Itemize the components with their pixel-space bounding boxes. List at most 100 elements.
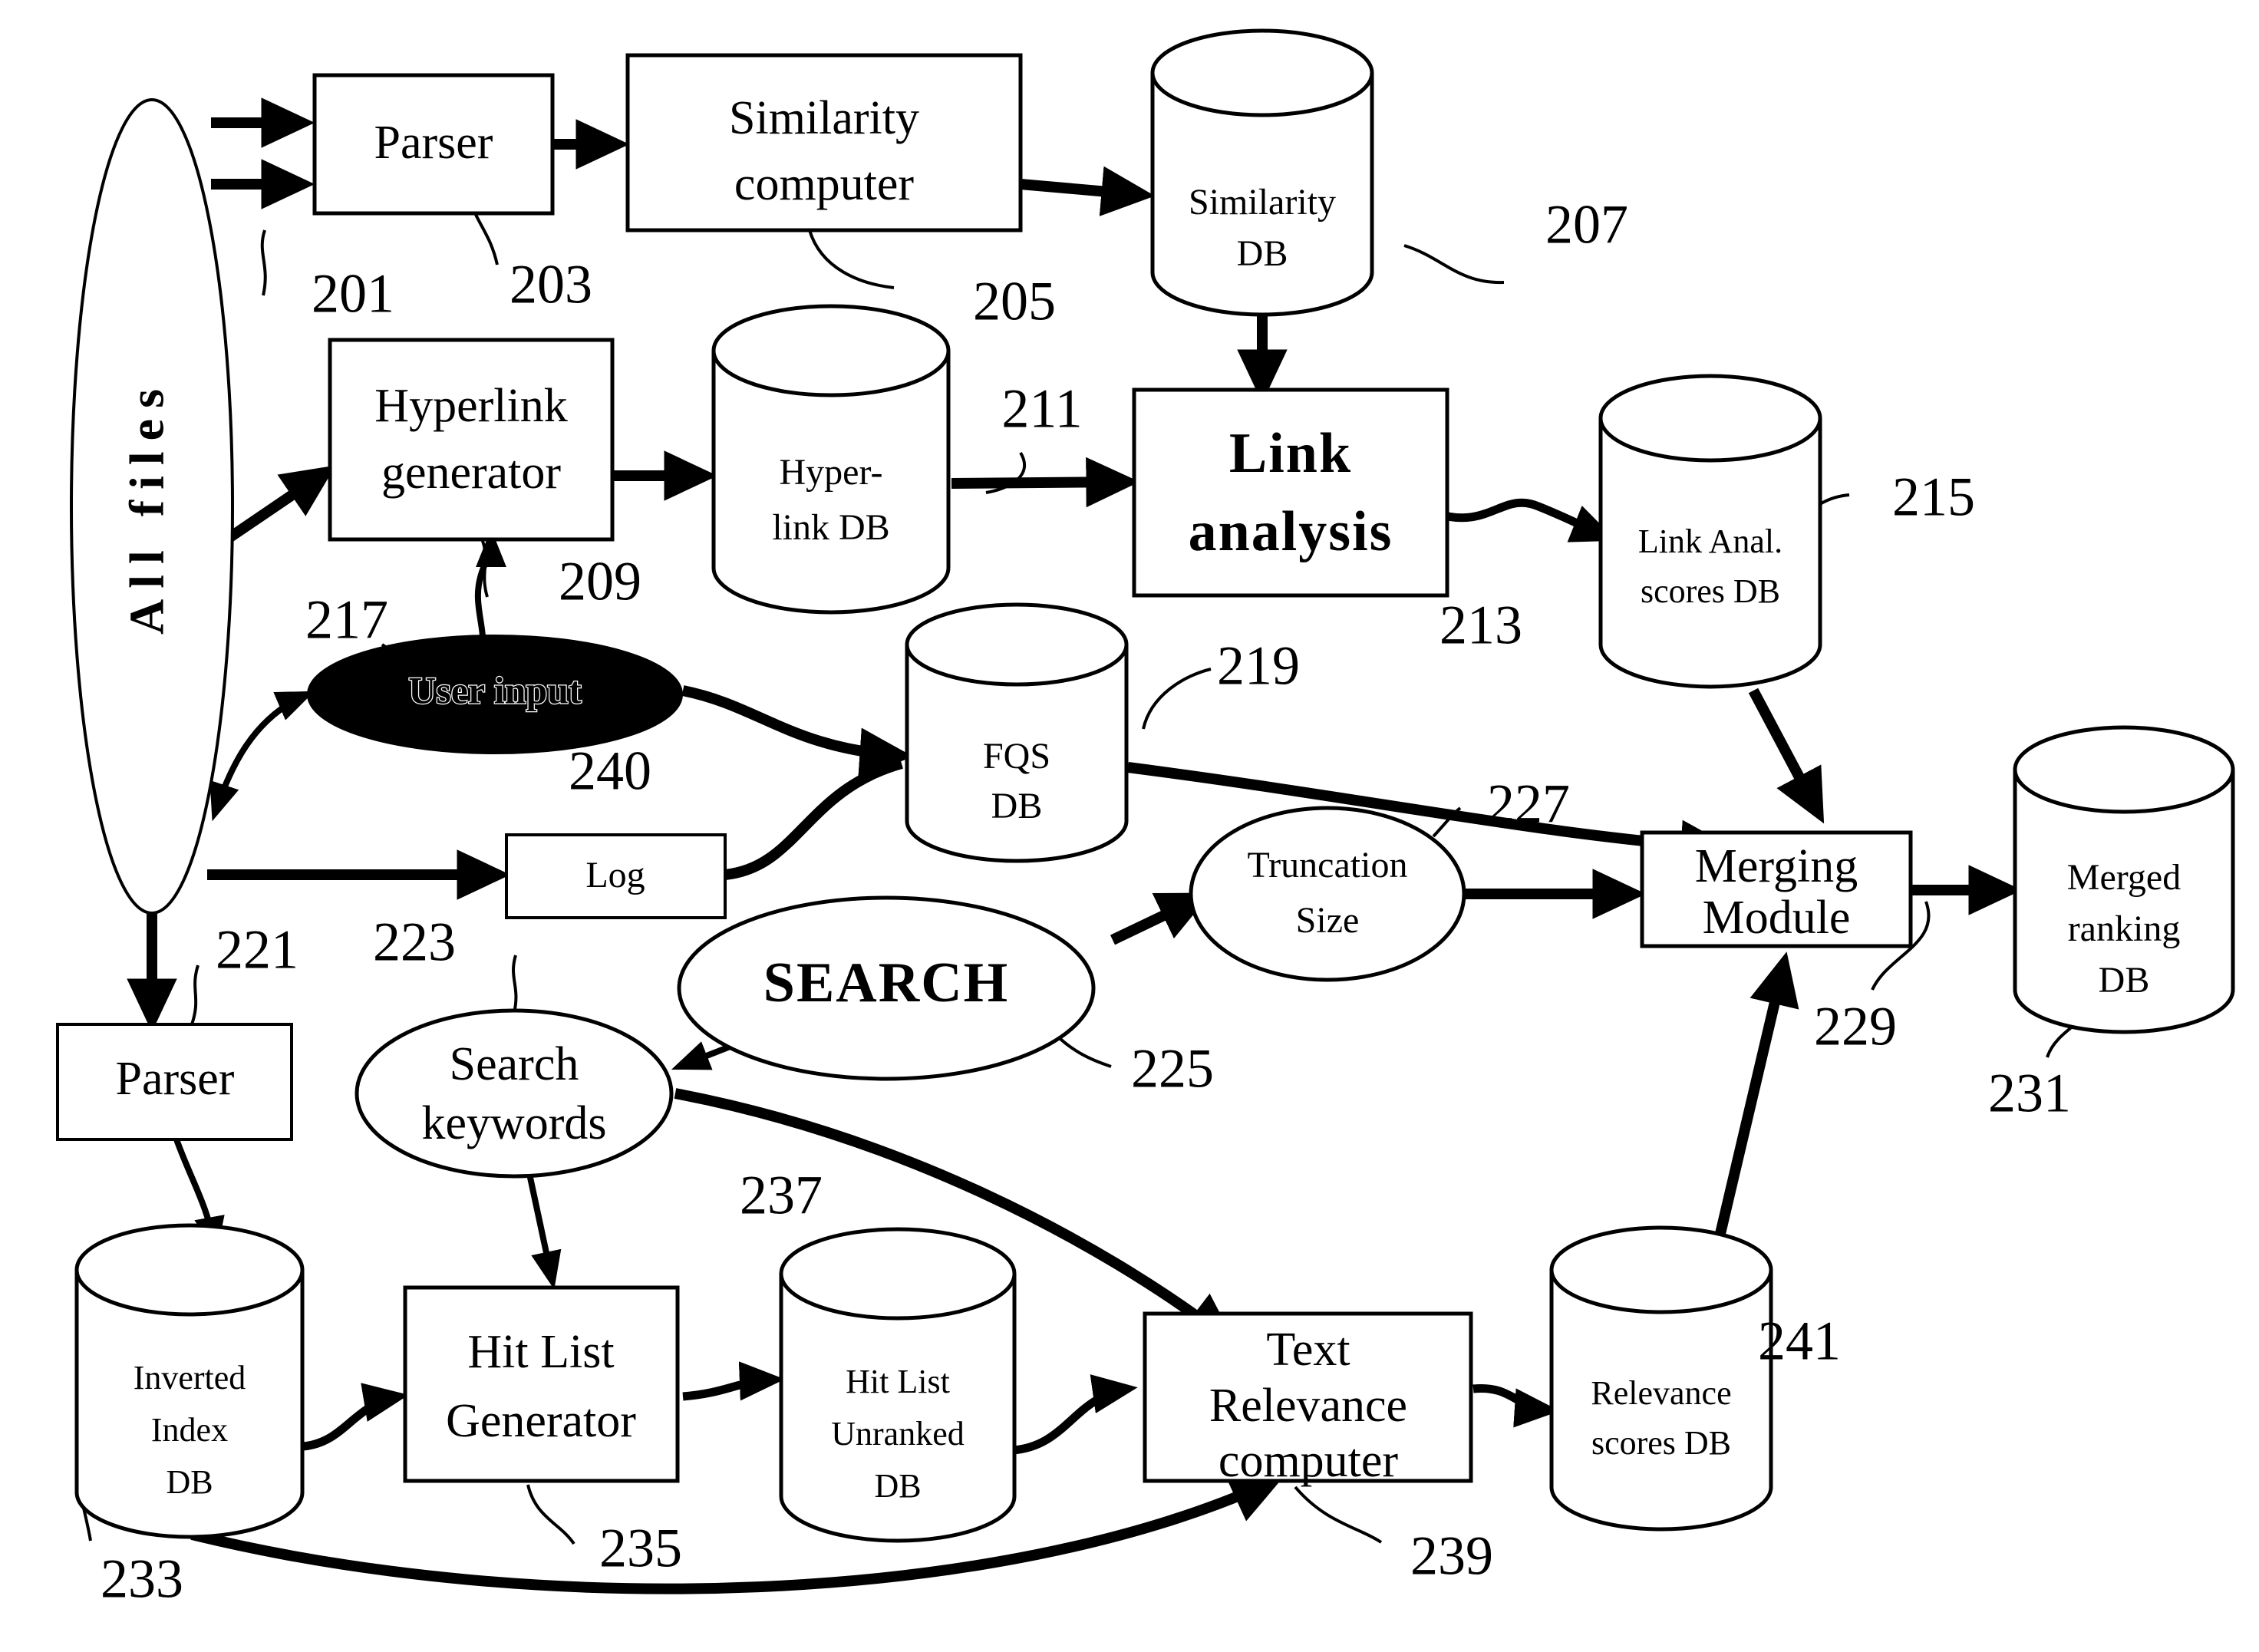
link-anal-scores-db-top [1598, 374, 1822, 463]
edge-allfiles-user-input-bidirectional [209, 691, 315, 822]
inverted-index-db-label-2: Index [151, 1411, 228, 1449]
truncation-size-ellipse [1189, 806, 1466, 982]
edge-similarity-computer-to-similarity-db [1020, 166, 1156, 216]
node-truncation-size[interactable]: Truncation Size [1189, 806, 1466, 982]
ref-numeral-207: 207 [1545, 194, 1628, 256]
truncation-size-label-1: Truncation [1248, 845, 1408, 885]
ref-numeral-203: 203 [510, 254, 592, 315]
parser-bottom-label: Parser [116, 1053, 235, 1105]
node-merged-ranking-db[interactable]: Merged ranking DB [2013, 725, 2235, 1034]
hit-list-generator-rect [403, 1285, 680, 1483]
merged-ranking-db-top [2013, 725, 2235, 814]
ref-numeral-233: 233 [101, 1548, 183, 1610]
leader-205 [808, 229, 895, 289]
hyperlink-generator-rect [328, 338, 615, 542]
ref-numeral-201: 201 [312, 263, 394, 325]
node-all-files[interactable]: All files [70, 98, 234, 915]
ref-numeral-235: 235 [599, 1518, 682, 1579]
leader-207 [1403, 244, 1505, 285]
hyperlink-generator-label-1: Hyperlink [374, 380, 567, 432]
ref-numeral-227: 227 [1487, 773, 1570, 835]
edge-link-analysis-to-link-anal-scores-db [1437, 498, 1617, 542]
hit-list-unranked-db-top [779, 1227, 1017, 1321]
ref-numeral-225: 225 [1131, 1038, 1214, 1100]
similarity-computer-label-2: computer [734, 158, 914, 210]
node-parser-top[interactable]: Parser [312, 73, 555, 216]
search-keywords-ellipse [355, 1008, 674, 1179]
link-anal-scores-db-label-2: scores DB [1641, 572, 1780, 610]
link-analysis-label-2: analysis [1189, 500, 1393, 563]
leader-239 [1294, 1485, 1383, 1544]
link-anal-scores-db-label-1: Link Anal. [1638, 523, 1782, 560]
hit-list-unranked-db-label-2: Unranked [831, 1415, 965, 1453]
hit-list-generator-label-2: Generator [446, 1395, 636, 1447]
ref-numeral-223: 223 [373, 912, 456, 973]
edge-search-keywords-to-hit-list-generator [526, 1173, 562, 1290]
node-hit-list-unranked-db[interactable]: Hit List Unranked DB [779, 1227, 1017, 1543]
relevance-scores-db-label-2: scores DB [1591, 1424, 1731, 1462]
node-merging-module[interactable]: Merging Module [1640, 830, 1913, 948]
hyperlink-generator-label-2: generator [381, 447, 561, 499]
ref-numeral-211: 211 [1001, 378, 1082, 440]
similarity-db-label-1: Similarity [1189, 182, 1336, 223]
inverted-index-db-label-1: Inverted [134, 1359, 246, 1396]
edge-hit-list-unranked-db-to-text-relevance-computer [1012, 1374, 1138, 1455]
node-text-relevance-computer[interactable]: Text Relevance computer [1143, 1311, 1473, 1487]
node-search[interactable]: SEARCH [677, 895, 1096, 1081]
hit-list-generator-label-1: Hit List [467, 1326, 614, 1378]
node-similarity-computer[interactable]: Similarity computer [625, 53, 1023, 232]
merged-ranking-db-label-1: Merged [2067, 857, 2181, 898]
ref-numeral-209: 209 [559, 551, 641, 612]
relevance-scores-db-top [1549, 1225, 1773, 1314]
merged-ranking-db-label-2: ranking [2068, 908, 2181, 949]
search-keywords-label-1: Search [450, 1038, 579, 1090]
edge-allfiles-to-hyperlink-generator [227, 465, 336, 542]
text-relevance-computer-label-3: computer [1219, 1435, 1398, 1487]
similarity-computer-label-1: Similarity [729, 92, 919, 144]
leader-235 [526, 1484, 575, 1545]
edge-text-relevance-computer-to-relevance-scores-db [1472, 1383, 1560, 1428]
node-hyperlink-db[interactable]: Hyper- link DB [711, 304, 951, 615]
edge-hit-list-generator-to-hit-list-unranked-db [682, 1361, 785, 1401]
leader-221 [190, 964, 200, 1025]
ref-numeral-231: 231 [1988, 1063, 2071, 1124]
ref-numeral-229: 229 [1814, 996, 1897, 1057]
hyperlink-db-top [711, 304, 951, 397]
fqs-db-label-2: DB [991, 786, 1043, 826]
hit-list-unranked-db-label-1: Hit List [846, 1363, 950, 1400]
parser-top-label: Parser [374, 117, 493, 169]
fqs-db-top [905, 602, 1129, 687]
ref-numeral-219: 219 [1217, 635, 1300, 697]
node-log[interactable]: Log [505, 833, 727, 919]
leader-219 [1142, 668, 1212, 730]
hyperlink-db-label-2: link DB [772, 507, 889, 548]
node-inverted-index-db[interactable]: Inverted Index DB [74, 1223, 305, 1539]
edge-link-anal-scores-db-to-merging-module [1748, 688, 1825, 824]
log-label: Log [585, 855, 645, 895]
text-relevance-computer-label-1: Text [1266, 1324, 1350, 1376]
all-files-label: All files [120, 378, 174, 635]
node-relevance-scores-db[interactable]: Relevance scores DB [1549, 1225, 1773, 1532]
ref-numeral-205: 205 [973, 271, 1056, 332]
fqs-db-label-1: FQS [983, 736, 1050, 777]
ref-numeral-239: 239 [1410, 1525, 1493, 1587]
ref-numeral-221: 221 [216, 919, 298, 981]
truncation-size-label-2: Size [1296, 900, 1360, 941]
edge-search-to-truncation-size [1110, 892, 1212, 945]
similarity-db-label-2: DB [1237, 233, 1288, 274]
node-user-input[interactable]: User input [307, 635, 683, 754]
node-fqs-db[interactable]: FQS DB [905, 602, 1129, 863]
inverted-index-db-label-3: DB [166, 1463, 213, 1501]
patent-figure: All files Parser Similarity computer Sim… [0, 0, 2259, 1652]
node-parser-bottom[interactable]: Parser [56, 1023, 293, 1141]
node-hyperlink-generator[interactable]: Hyperlink generator [328, 338, 615, 542]
node-similarity-db[interactable]: Similarity DB [1150, 28, 1374, 317]
ref-numeral-215: 215 [1892, 467, 1975, 528]
merging-module-label-2: Module [1703, 892, 1851, 944]
node-link-analysis[interactable]: Link analysis [1132, 387, 1449, 598]
node-hit-list-generator[interactable]: Hit List Generator [403, 1285, 680, 1483]
node-search-keywords[interactable]: Search keywords [355, 1008, 674, 1179]
node-link-anal-scores-db[interactable]: Link Anal. scores DB [1598, 374, 1822, 689]
search-keywords-label-2: keywords [421, 1097, 606, 1149]
ref-numeral-213: 213 [1439, 595, 1522, 656]
